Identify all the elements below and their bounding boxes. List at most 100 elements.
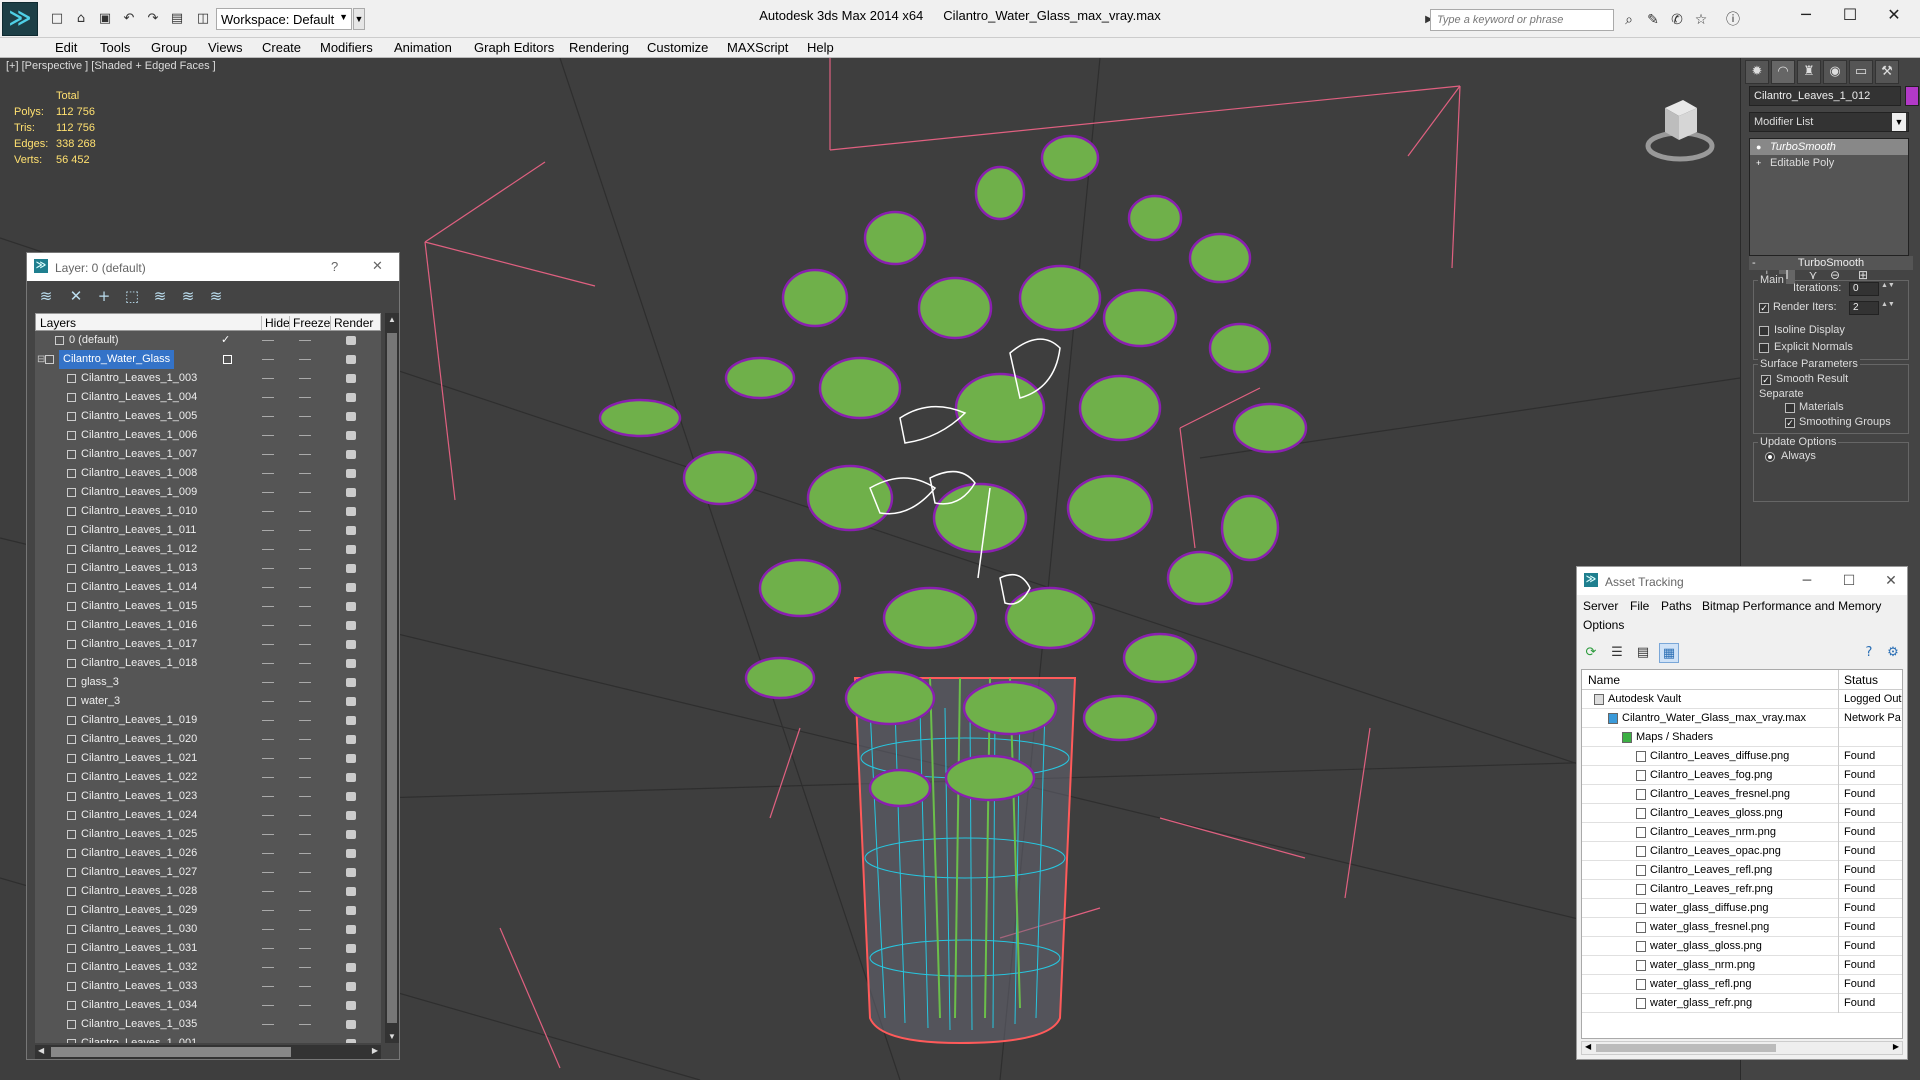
materials-checkbox[interactable]: [1785, 403, 1795, 413]
turbosmooth-rollout-header[interactable]: - TurboSmooth: [1749, 256, 1913, 270]
menu-edit[interactable]: Edit: [55, 40, 77, 55]
freeze-toggle[interactable]: [299, 796, 311, 797]
smoothing-groups-checkbox[interactable]: ✓: [1785, 418, 1795, 428]
layer-name[interactable]: Cilantro_Leaves_1_004: [81, 388, 197, 407]
asset-row[interactable]: Cilantro_Leaves_refl.png Found: [1582, 861, 1902, 880]
hide-toggle[interactable]: [262, 853, 274, 854]
layer-row[interactable]: Cilantro_Leaves_1_008: [35, 464, 381, 483]
hide-toggle[interactable]: [262, 929, 274, 930]
layer-row[interactable]: Cilantro_Leaves_1_031: [35, 939, 381, 958]
freeze-toggle[interactable]: [299, 378, 311, 379]
new-layer-icon[interactable]: ≋: [35, 285, 57, 307]
new-file-icon[interactable]: □: [48, 10, 66, 28]
layer-row[interactable]: Cilantro_Leaves_1_025: [35, 825, 381, 844]
hide-toggle[interactable]: [262, 739, 274, 740]
asset-row[interactable]: Maps / Shaders: [1582, 728, 1902, 747]
render-toggle-icon[interactable]: [346, 1020, 356, 1029]
freeze-toggle[interactable]: [299, 758, 311, 759]
layer-name[interactable]: Cilantro_Leaves_1_019: [81, 711, 197, 730]
iterations-spinner[interactable]: 0: [1849, 282, 1879, 296]
asset-settings-icon[interactable]: ⚙: [1883, 643, 1903, 663]
layer-row[interactable]: Cilantro_Leaves_1_001: [35, 1034, 381, 1043]
layer-row[interactable]: Cilantro_Leaves_1_016: [35, 616, 381, 635]
hide-toggle[interactable]: [262, 473, 274, 474]
freeze-toggle[interactable]: [299, 1005, 311, 1006]
column-status[interactable]: Status: [1844, 673, 1878, 687]
minimize-button[interactable]: ─: [1784, 2, 1828, 28]
layer-row[interactable]: Cilantro_Leaves_1_010: [35, 502, 381, 521]
layer-row[interactable]: Cilantro_Leaves_1_013: [35, 559, 381, 578]
freeze-toggle[interactable]: [299, 397, 311, 398]
scroll-left-icon[interactable]: ◀: [1585, 1042, 1591, 1051]
hierarchy-tab-icon[interactable]: ♜: [1797, 60, 1821, 84]
layer-name[interactable]: Cilantro_Leaves_1_003: [81, 369, 197, 388]
freeze-toggle[interactable]: [299, 777, 311, 778]
asset-menu-file[interactable]: File: [1630, 599, 1649, 613]
set-current-layer-box[interactable]: [223, 355, 232, 364]
scroll-right-icon[interactable]: ▶: [1893, 1042, 1899, 1051]
asset-row[interactable]: water_glass_fresnel.png Found: [1582, 918, 1902, 937]
viewcube-icon[interactable]: [1645, 88, 1715, 168]
hold-icon[interactable]: ◫: [194, 10, 212, 28]
open-file-icon[interactable]: ⌂: [72, 10, 90, 28]
layer-row[interactable]: Cilantro_Leaves_1_028: [35, 882, 381, 901]
render-iters-spinner[interactable]: 2: [1849, 301, 1879, 315]
render-toggle-icon[interactable]: [346, 868, 356, 877]
render-toggle-icon[interactable]: [346, 640, 356, 649]
layer-name[interactable]: Cilantro_Leaves_1_012: [81, 540, 197, 559]
asset-row[interactable]: water_glass_gloss.png Found: [1582, 937, 1902, 956]
menu-graph-editors[interactable]: Graph Editors: [474, 40, 554, 55]
asset-row[interactable]: Cilantro_Water_Glass_max_vray.max Network…: [1582, 709, 1902, 728]
highlight-layer-icon[interactable]: ≋: [149, 285, 171, 307]
binoculars-icon[interactable]: ⌕: [1618, 9, 1640, 31]
layer-name[interactable]: Cilantro_Leaves_1_008: [81, 464, 197, 483]
render-toggle-icon[interactable]: [346, 507, 356, 516]
hide-toggle[interactable]: [262, 340, 274, 341]
asset-row[interactable]: Cilantro_Leaves_diffuse.png Found: [1582, 747, 1902, 766]
layer-row[interactable]: Cilantro_Leaves_1_017: [35, 635, 381, 654]
render-toggle-icon[interactable]: [346, 412, 356, 421]
modifier-list-dropdown[interactable]: Modifier List ▼: [1749, 112, 1909, 132]
layer-name[interactable]: Cilantro_Leaves_1_029: [81, 901, 197, 920]
render-toggle-icon[interactable]: [346, 488, 356, 497]
explicit-normals-checkbox[interactable]: [1759, 343, 1769, 353]
asset-row[interactable]: Cilantro_Leaves_nrm.png Found: [1582, 823, 1902, 842]
layer-name[interactable]: Cilantro_Leaves_1_030: [81, 920, 197, 939]
asset-row[interactable]: Cilantro_Leaves_fresnel.png Found: [1582, 785, 1902, 804]
hide-toggle[interactable]: [262, 910, 274, 911]
asset-row[interactable]: water_glass_nrm.png Found: [1582, 956, 1902, 975]
asset-row[interactable]: Autodesk Vault Logged Out: [1582, 690, 1902, 709]
spinner-arrows-icon[interactable]: ▲▼: [1881, 301, 1895, 315]
hide-toggle[interactable]: [262, 872, 274, 873]
hide-toggle[interactable]: [262, 568, 274, 569]
hide-toggle[interactable]: [262, 834, 274, 835]
layer-name[interactable]: Cilantro_Leaves_1_013: [81, 559, 197, 578]
layer-name[interactable]: Cilantro_Leaves_1_010: [81, 502, 197, 521]
asset-window-titlebar[interactable]: ≫ Asset Tracking ─ ☐ ✕: [1577, 567, 1907, 595]
hide-toggle[interactable]: [262, 663, 274, 664]
asset-row[interactable]: water_glass_diffuse.png Found: [1582, 899, 1902, 918]
hide-toggle[interactable]: [262, 644, 274, 645]
freeze-toggle[interactable]: [299, 701, 311, 702]
layer-name[interactable]: Cilantro_Leaves_1_018: [81, 654, 197, 673]
layer-row[interactable]: Cilantro_Leaves_1_033: [35, 977, 381, 996]
asset-menu-server[interactable]: Server: [1583, 599, 1618, 613]
menu-rendering[interactable]: Rendering: [569, 40, 629, 55]
render-toggle-icon[interactable]: [346, 469, 356, 478]
layer-name[interactable]: Cilantro_Leaves_1_007: [81, 445, 197, 464]
asset-row[interactable]: water_glass_refl.png Found: [1582, 975, 1902, 994]
freeze-toggle[interactable]: [299, 910, 311, 911]
utilities-tab-icon[interactable]: ⚒: [1875, 60, 1899, 84]
freeze-toggle[interactable]: [299, 853, 311, 854]
menu-help[interactable]: Help: [807, 40, 834, 55]
layer-row[interactable]: ⊟ Cilantro_Water_Glass: [35, 350, 381, 369]
hide-toggle[interactable]: [262, 758, 274, 759]
scroll-right-icon[interactable]: ▶: [372, 1046, 378, 1055]
hide-toggle[interactable]: [262, 777, 274, 778]
render-toggle-icon[interactable]: [346, 545, 356, 554]
create-tab-icon[interactable]: ✹: [1745, 60, 1769, 84]
freeze-toggle[interactable]: [299, 967, 311, 968]
freeze-toggle[interactable]: [299, 644, 311, 645]
scroll-down-icon[interactable]: ▼: [388, 1032, 396, 1041]
stack-item-turbosmooth[interactable]: ● TurboSmooth: [1750, 139, 1908, 155]
